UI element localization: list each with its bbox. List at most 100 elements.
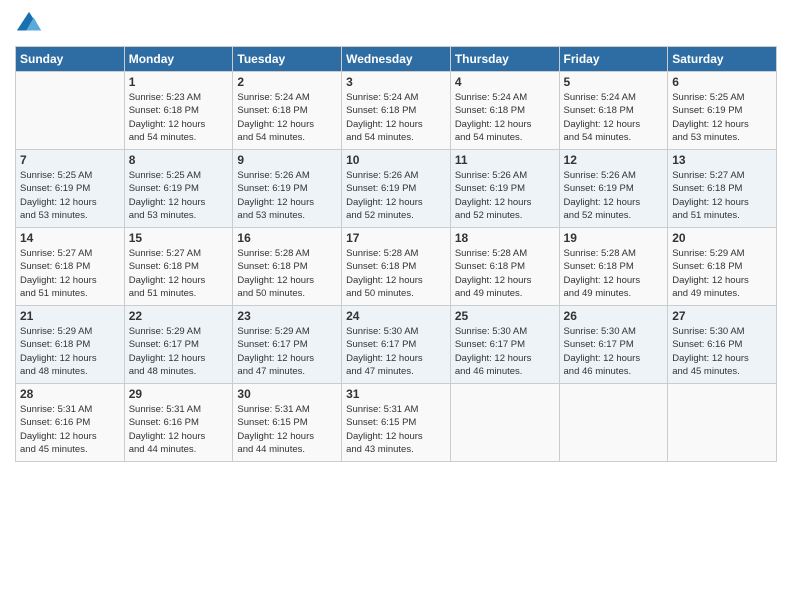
cell-content: Sunrise: 5:23 AM Sunset: 6:18 PM Dayligh… [129, 91, 229, 144]
cell-content: Sunrise: 5:30 AM Sunset: 6:17 PM Dayligh… [564, 325, 664, 378]
day-number: 18 [455, 231, 555, 245]
cell-content: Sunrise: 5:29 AM Sunset: 6:17 PM Dayligh… [129, 325, 229, 378]
calendar-cell [668, 384, 777, 462]
header [15, 10, 777, 38]
day-number: 13 [672, 153, 772, 167]
day-number: 20 [672, 231, 772, 245]
day-number: 23 [237, 309, 337, 323]
calendar-cell: 31 Sunrise: 5:31 AM Sunset: 6:15 PM Dayli… [342, 384, 451, 462]
cell-content: Sunrise: 5:31 AM Sunset: 6:15 PM Dayligh… [346, 403, 446, 456]
calendar-cell: 3 Sunrise: 5:24 AM Sunset: 6:18 PM Daylig… [342, 72, 451, 150]
calendar-cell [16, 72, 125, 150]
calendar-cell: 7 Sunrise: 5:25 AM Sunset: 6:19 PM Daylig… [16, 150, 125, 228]
calendar-cell: 16Sunrise: 5:28 AM Sunset: 6:18 PM Dayli… [233, 228, 342, 306]
day-number: 11 [455, 153, 555, 167]
cell-content: Sunrise: 5:27 AM Sunset: 6:18 PM Dayligh… [672, 169, 772, 222]
col-header-wednesday: Wednesday [342, 47, 451, 72]
day-number: 3 [346, 75, 446, 89]
cell-content: Sunrise: 5:26 AM Sunset: 6:19 PM Dayligh… [455, 169, 555, 222]
calendar-cell: 15 Sunrise: 5:27 AM Sunset: 6:18 PM Dayli… [124, 228, 233, 306]
calendar-cell: 17 Sunrise: 5:28 AM Sunset: 6:18 PM Dayli… [342, 228, 451, 306]
calendar-table: SundayMondayTuesdayWednesdayThursdayFrid… [15, 46, 777, 462]
day-number: 5 [564, 75, 664, 89]
cell-content: Sunrise: 5:29 AM Sunset: 6:17 PM Dayligh… [237, 325, 337, 378]
col-header-thursday: Thursday [450, 47, 559, 72]
day-number: 30 [237, 387, 337, 401]
calendar-cell: 19 Sunrise: 5:28 AM Sunset: 6:18 PM Dayli… [559, 228, 668, 306]
cell-content: Sunrise: 5:28 AM Sunset: 6:18 PM Dayligh… [564, 247, 664, 300]
cell-content: Sunrise: 5:27 AM Sunset: 6:18 PM Dayligh… [129, 247, 229, 300]
day-number: 21 [20, 309, 120, 323]
calendar-cell: 30 Sunrise: 5:31 AM Sunset: 6:15 PM Dayli… [233, 384, 342, 462]
calendar-cell: 11 Sunrise: 5:26 AM Sunset: 6:19 PM Dayli… [450, 150, 559, 228]
calendar-cell: 28 Sunrise: 5:31 AM Sunset: 6:16 PM Dayli… [16, 384, 125, 462]
day-number: 24 [346, 309, 446, 323]
calendar-cell [450, 384, 559, 462]
day-number: 9 [237, 153, 337, 167]
cell-content: Sunrise: 5:25 AM Sunset: 6:19 PM Dayligh… [129, 169, 229, 222]
calendar-cell: 12 Sunrise: 5:26 AM Sunset: 6:19 PM Dayli… [559, 150, 668, 228]
cell-content: Sunrise: 5:24 AM Sunset: 6:18 PM Dayligh… [455, 91, 555, 144]
calendar-cell: 27Sunrise: 5:30 AM Sunset: 6:16 PM Dayli… [668, 306, 777, 384]
cell-content: Sunrise: 5:25 AM Sunset: 6:19 PM Dayligh… [672, 91, 772, 144]
day-number: 15 [129, 231, 229, 245]
calendar-cell: 2 Sunrise: 5:24 AM Sunset: 6:18 PM Daylig… [233, 72, 342, 150]
day-number: 2 [237, 75, 337, 89]
day-number: 31 [346, 387, 446, 401]
cell-content: Sunrise: 5:29 AM Sunset: 6:18 PM Dayligh… [20, 325, 120, 378]
cell-content: Sunrise: 5:28 AM Sunset: 6:18 PM Dayligh… [455, 247, 555, 300]
calendar-cell: 14Sunrise: 5:27 AM Sunset: 6:18 PM Dayli… [16, 228, 125, 306]
cell-content: Sunrise: 5:31 AM Sunset: 6:16 PM Dayligh… [20, 403, 120, 456]
day-number: 28 [20, 387, 120, 401]
col-header-sunday: Sunday [16, 47, 125, 72]
day-number: 1 [129, 75, 229, 89]
cell-content: Sunrise: 5:30 AM Sunset: 6:17 PM Dayligh… [455, 325, 555, 378]
calendar-cell: 21 Sunrise: 5:29 AM Sunset: 6:18 PM Dayli… [16, 306, 125, 384]
day-number: 7 [20, 153, 120, 167]
day-number: 17 [346, 231, 446, 245]
calendar-cell: 22 Sunrise: 5:29 AM Sunset: 6:17 PM Dayli… [124, 306, 233, 384]
cell-content: Sunrise: 5:30 AM Sunset: 6:17 PM Dayligh… [346, 325, 446, 378]
day-number: 22 [129, 309, 229, 323]
calendar-cell: 5 Sunrise: 5:24 AM Sunset: 6:18 PM Daylig… [559, 72, 668, 150]
cell-content: Sunrise: 5:31 AM Sunset: 6:15 PM Dayligh… [237, 403, 337, 456]
logo [15, 10, 47, 38]
calendar-cell: 29Sunrise: 5:31 AM Sunset: 6:16 PM Dayli… [124, 384, 233, 462]
calendar-cell: 4 Sunrise: 5:24 AM Sunset: 6:18 PM Daylig… [450, 72, 559, 150]
calendar-cell: 1 Sunrise: 5:23 AM Sunset: 6:18 PM Daylig… [124, 72, 233, 150]
calendar-week-row: 1 Sunrise: 5:23 AM Sunset: 6:18 PM Daylig… [16, 72, 777, 150]
calendar-week-row: 14Sunrise: 5:27 AM Sunset: 6:18 PM Dayli… [16, 228, 777, 306]
logo-icon [15, 10, 43, 38]
cell-content: Sunrise: 5:27 AM Sunset: 6:18 PM Dayligh… [20, 247, 120, 300]
cell-content: Sunrise: 5:24 AM Sunset: 6:18 PM Dayligh… [564, 91, 664, 144]
cell-content: Sunrise: 5:26 AM Sunset: 6:19 PM Dayligh… [346, 169, 446, 222]
col-header-tuesday: Tuesday [233, 47, 342, 72]
calendar-cell: 26 Sunrise: 5:30 AM Sunset: 6:17 PM Dayli… [559, 306, 668, 384]
calendar-cell: 10Sunrise: 5:26 AM Sunset: 6:19 PM Dayli… [342, 150, 451, 228]
cell-content: Sunrise: 5:28 AM Sunset: 6:18 PM Dayligh… [237, 247, 337, 300]
cell-content: Sunrise: 5:24 AM Sunset: 6:18 PM Dayligh… [237, 91, 337, 144]
day-number: 6 [672, 75, 772, 89]
calendar-cell: 25 Sunrise: 5:30 AM Sunset: 6:17 PM Dayli… [450, 306, 559, 384]
day-number: 19 [564, 231, 664, 245]
cell-content: Sunrise: 5:24 AM Sunset: 6:18 PM Dayligh… [346, 91, 446, 144]
calendar-cell: 23 Sunrise: 5:29 AM Sunset: 6:17 PM Dayli… [233, 306, 342, 384]
calendar-week-row: 7 Sunrise: 5:25 AM Sunset: 6:19 PM Daylig… [16, 150, 777, 228]
calendar-cell: 20Sunrise: 5:29 AM Sunset: 6:18 PM Dayli… [668, 228, 777, 306]
day-number: 4 [455, 75, 555, 89]
cell-content: Sunrise: 5:28 AM Sunset: 6:18 PM Dayligh… [346, 247, 446, 300]
day-number: 26 [564, 309, 664, 323]
day-number: 27 [672, 309, 772, 323]
calendar-cell: 13 Sunrise: 5:27 AM Sunset: 6:18 PM Dayli… [668, 150, 777, 228]
day-number: 12 [564, 153, 664, 167]
calendar-week-row: 21 Sunrise: 5:29 AM Sunset: 6:18 PM Dayli… [16, 306, 777, 384]
day-number: 29 [129, 387, 229, 401]
day-number: 25 [455, 309, 555, 323]
calendar-week-row: 28 Sunrise: 5:31 AM Sunset: 6:16 PM Dayli… [16, 384, 777, 462]
cell-content: Sunrise: 5:26 AM Sunset: 6:19 PM Dayligh… [237, 169, 337, 222]
calendar-cell: 9 Sunrise: 5:26 AM Sunset: 6:19 PM Daylig… [233, 150, 342, 228]
cell-content: Sunrise: 5:25 AM Sunset: 6:19 PM Dayligh… [20, 169, 120, 222]
cell-content: Sunrise: 5:26 AM Sunset: 6:19 PM Dayligh… [564, 169, 664, 222]
col-header-friday: Friday [559, 47, 668, 72]
calendar-header-row: SundayMondayTuesdayWednesdayThursdayFrid… [16, 47, 777, 72]
